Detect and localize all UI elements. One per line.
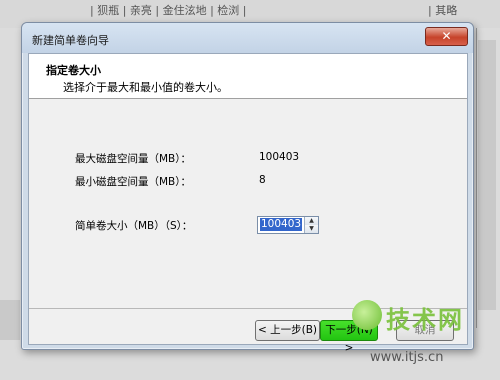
watermark-url: www.itjs.cn [370,350,444,365]
background-edge [476,28,477,328]
volume-size-stepper[interactable]: 100403 ▲ ▼ [257,216,319,234]
volume-size-input[interactable]: 100403 [260,218,303,231]
arrow-up-icon: ▲ [309,217,314,224]
stepper-buttons: ▲ ▼ [304,217,318,233]
stepper-down-button[interactable]: ▼ [305,225,318,233]
title-bar[interactable]: 新建简单卷向导 ✕ [22,23,473,53]
watermark-logo-icon [352,300,382,330]
back-button[interactable]: < 上一步(B) [255,320,320,341]
max-size-label: 最大磁盘空间量（MB）： [75,153,192,165]
background-right-text: | 其略 [428,4,458,17]
close-button[interactable]: ✕ [425,27,468,46]
close-icon: ✕ [441,29,452,43]
arrow-down-icon: ▼ [309,225,314,232]
background-menu-text: | 狈瓶 | 亲亮 | 金住泫地 | 检浏 | [90,4,247,17]
page-title: 指定卷大小 [46,64,101,77]
min-size-value: 8 [259,174,266,186]
page-subtitle: 选择介于最大和最小值的卷大小。 [63,81,228,94]
watermark-brand: 技术网 [386,306,464,334]
max-size-value: 100403 [259,151,300,163]
min-size-label: 最小磁盘空间量（MB）： [75,176,192,188]
window-title: 新建简单卷向导 [32,34,109,47]
background-blur-right [478,40,496,310]
background-blur-left [0,300,20,340]
wizard-header: 指定卷大小 选择介于最大和最小值的卷大小。 [29,54,467,99]
volume-size-label: 简单卷大小（MB）（S）： [75,220,193,232]
